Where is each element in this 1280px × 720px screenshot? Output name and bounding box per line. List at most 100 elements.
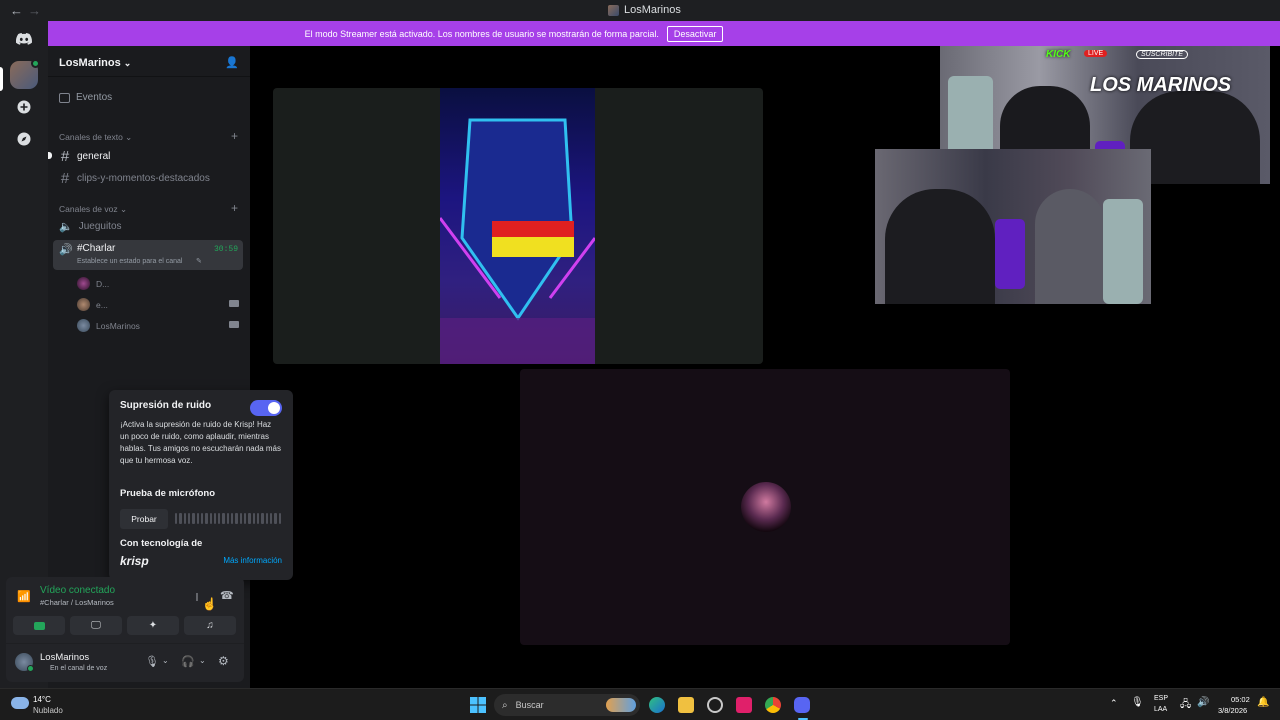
user-name[interactable]: LosMarinos bbox=[40, 652, 89, 663]
lamp-shape bbox=[995, 219, 1025, 289]
discord-taskbar-icon[interactable] bbox=[794, 697, 810, 713]
keyboard-layout[interactable]: LAA bbox=[1154, 706, 1167, 713]
user-tile[interactable] bbox=[520, 369, 1010, 645]
chevron-up-icon[interactable]: ⌃ bbox=[1110, 698, 1118, 709]
clock-time[interactable]: 05:02 bbox=[1231, 695, 1250, 704]
chevron-down-icon: ⌄ bbox=[125, 132, 133, 142]
mic-level-meter bbox=[175, 513, 281, 524]
file-explorer-icon[interactable] bbox=[678, 697, 694, 713]
window-title: LosMarinos bbox=[608, 4, 681, 16]
taskbar-search[interactable]: ⌕ Buscar bbox=[494, 694, 640, 716]
avatar bbox=[77, 319, 90, 332]
language-code[interactable]: ESP bbox=[1154, 695, 1168, 702]
pencil-icon[interactable]: ✎ bbox=[196, 257, 202, 265]
member-name: LosMarinos bbox=[96, 320, 140, 331]
channel-clips[interactable]: # clips-y-momentos-destacados bbox=[59, 170, 210, 187]
noise-suppression-popup: Supresión de ruido ¡Activa la supresión … bbox=[109, 390, 293, 580]
person-shape bbox=[885, 189, 995, 304]
channel-general[interactable]: # general bbox=[59, 148, 111, 165]
chevron-down-icon[interactable]: ⌄ bbox=[199, 656, 206, 665]
overlay-logo-text: LOS MARINOS bbox=[1090, 74, 1232, 96]
window-titlebar: ← → LosMarinos bbox=[0, 0, 1280, 21]
invite-people-icon[interactable]: 👤 bbox=[225, 56, 239, 69]
cloud-icon[interactable] bbox=[11, 697, 29, 709]
hashtag-icon: # bbox=[60, 148, 70, 165]
video-stage: LOS MARINOS KICK LIVE SUSCRIBITE bbox=[250, 46, 1280, 688]
microphone-tray-icon[interactable]: 🎙 bbox=[1131, 697, 1144, 708]
settings-app-icon[interactable] bbox=[707, 697, 723, 713]
back-arrow-icon[interactable]: ← bbox=[10, 3, 23, 18]
voice-channel-charlar[interactable]: 🔊 #Charlar 30:59 Establece un estado par… bbox=[53, 240, 243, 270]
more-info-link[interactable]: Más información bbox=[223, 556, 282, 565]
speaker-icon: 🔈 bbox=[59, 221, 73, 233]
voice-channel-label: #Charlar bbox=[77, 243, 116, 254]
volume-icon[interactable]: 🔊 bbox=[1197, 697, 1209, 708]
add-text-channel-icon[interactable]: + bbox=[231, 129, 238, 143]
events-label: Eventos bbox=[76, 92, 113, 103]
chevron-down-icon: ⌄ bbox=[123, 58, 132, 68]
notification-bell-icon[interactable]: 🔔 bbox=[1257, 697, 1269, 708]
mouse-cursor-icon: ☝ bbox=[202, 597, 217, 611]
windows-start-icon[interactable] bbox=[470, 697, 486, 713]
weather-temp[interactable]: 14°C bbox=[33, 695, 51, 704]
unread-indicator bbox=[48, 152, 52, 159]
tiktok-icon[interactable] bbox=[736, 697, 752, 713]
activities-button[interactable]: ✦ bbox=[127, 616, 179, 635]
voice-category-label: Canales de voz bbox=[59, 204, 118, 214]
server-losmarinos-icon[interactable] bbox=[10, 59, 40, 89]
krisp-logo: krisp bbox=[120, 554, 149, 568]
calendar-icon bbox=[59, 92, 70, 103]
deactivate-button[interactable]: Desactivar bbox=[666, 25, 724, 42]
avatar bbox=[77, 298, 90, 311]
powered-by-label: Con tecnología de bbox=[120, 538, 203, 549]
voice-channel-jueguitos[interactable]: 🔈 Jueguitos bbox=[59, 220, 122, 233]
user-status: En el canal de voz bbox=[50, 665, 108, 672]
soundboard-button[interactable]: ♫ bbox=[184, 616, 236, 635]
mic-test-button[interactable]: Probar bbox=[120, 509, 168, 529]
settings-gear-icon[interactable]: ⚙ bbox=[218, 654, 229, 668]
screen-share-icon: 🖵 bbox=[91, 620, 101, 631]
activities-icon: ✦ bbox=[148, 620, 158, 631]
noise-suppression-toggle[interactable] bbox=[250, 400, 282, 416]
discord-home-icon[interactable] bbox=[10, 25, 38, 53]
hashtag-icon: # bbox=[60, 170, 70, 187]
events-item[interactable]: Eventos bbox=[59, 92, 112, 103]
chevron-down-icon[interactable]: ⌄ bbox=[162, 656, 169, 665]
stream-tile[interactable] bbox=[273, 88, 763, 364]
channel-status-text[interactable]: Establece un estado para el canal bbox=[77, 258, 182, 265]
online-status-icon bbox=[27, 665, 34, 672]
subscribe-badge: SUSCRIBITE bbox=[1136, 50, 1189, 59]
network-icon[interactable]: 🖧 bbox=[1180, 697, 1191, 714]
voice-member[interactable]: D... bbox=[77, 277, 109, 290]
add-server-icon[interactable] bbox=[10, 93, 38, 121]
chrome-icon[interactable] bbox=[765, 697, 781, 713]
camera-button[interactable] bbox=[13, 616, 65, 635]
connection-status: Vídeo conectado bbox=[40, 585, 116, 596]
server-name-header[interactable]: LosMarinos ⌄ bbox=[59, 57, 131, 69]
person-shape bbox=[1035, 189, 1105, 304]
edge-icon[interactable] bbox=[649, 697, 665, 713]
microphone-icon[interactable]: 🎙 bbox=[145, 655, 159, 668]
add-voice-channel-icon[interactable]: + bbox=[231, 201, 238, 215]
voice-member[interactable]: LosMarinos bbox=[77, 319, 140, 332]
forward-arrow-icon[interactable]: → bbox=[28, 3, 41, 18]
voice-connection-panel: 📶 Vídeo conectado #Charlar / LosMarinos … bbox=[6, 577, 244, 682]
screen-share-button[interactable]: 🖵 bbox=[70, 616, 122, 635]
clock-date[interactable]: 3/8/2026 bbox=[1218, 706, 1247, 715]
connected-channel[interactable]: #Charlar / LosMarinos bbox=[40, 598, 114, 607]
video-camera-icon bbox=[229, 321, 239, 328]
disconnect-icon[interactable]: ☎ bbox=[220, 589, 234, 602]
noise-suppression-icon[interactable]: 𝍩 bbox=[196, 589, 198, 608]
text-category-header[interactable]: Canales de texto ⌄ bbox=[59, 132, 132, 143]
weather-desc[interactable]: Nublado bbox=[33, 706, 63, 715]
member-name: e... bbox=[96, 299, 108, 310]
member-name: D... bbox=[96, 278, 110, 289]
voice-member[interactable]: e... bbox=[77, 298, 108, 311]
search-placeholder: Buscar bbox=[515, 700, 544, 710]
headphones-icon[interactable]: 🎧 bbox=[181, 655, 195, 668]
signal-icon[interactable]: 📶 bbox=[17, 590, 31, 603]
voice-category-header[interactable]: Canales de voz ⌄ bbox=[59, 204, 127, 215]
banner-message: El modo Streamer está activado. Los nomb… bbox=[304, 28, 659, 39]
explore-servers-icon[interactable] bbox=[10, 125, 38, 153]
server-selected-indicator bbox=[0, 67, 3, 91]
